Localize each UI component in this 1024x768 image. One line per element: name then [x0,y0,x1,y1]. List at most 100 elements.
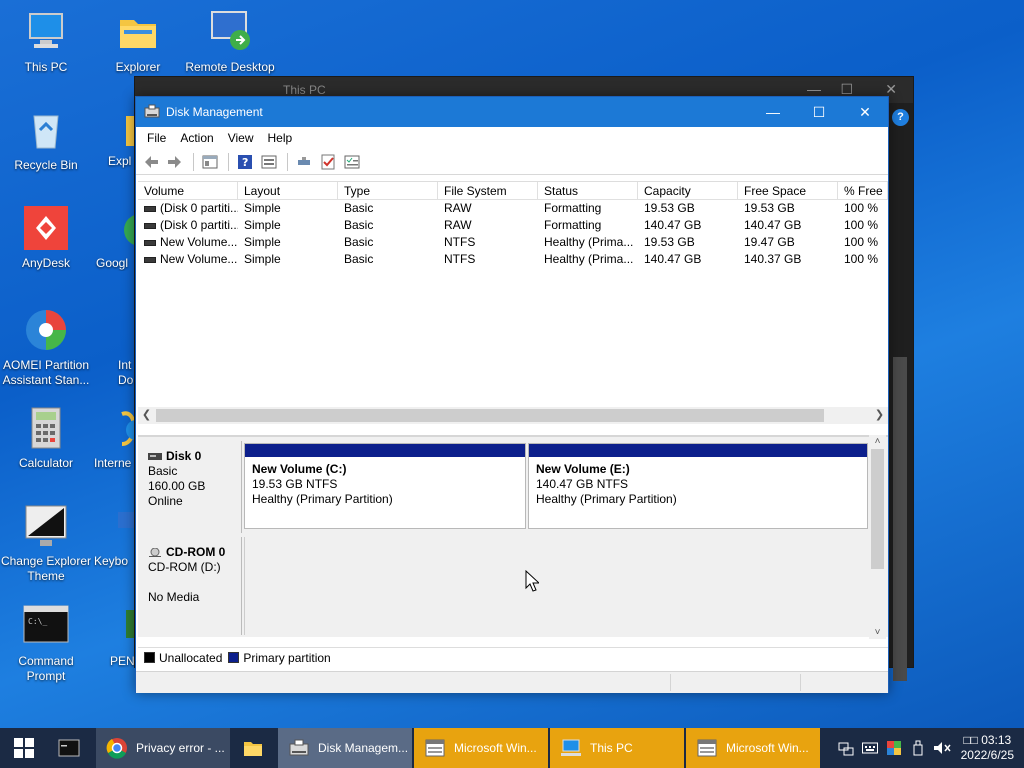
cdrom-0-row[interactable]: CD-ROM 0 CD-ROM (D:) No Media [138,537,870,635]
help-icon[interactable]: ? [892,109,909,126]
internet-explorer-icon [112,404,136,452]
partition-e[interactable]: New Volume (E:) 140.47 GB NTFS Healthy (… [528,443,868,529]
cell-layout: Simple [244,201,281,215]
cdrom-0-media-area[interactable] [244,537,870,635]
scroll-right-icon[interactable]: ❯ [871,407,888,424]
desktop-icon-label: Googl [96,256,129,270]
keyboard-icon[interactable] [861,739,879,757]
partition-e-status: Healthy (Primary Partition) [536,492,677,506]
network-icon[interactable] [837,739,855,757]
partition-c[interactable]: New Volume (C:) 19.53 GB NTFS Healthy (P… [244,443,526,529]
menu-view[interactable]: View [221,131,261,145]
usb-drive-icon[interactable] [909,739,927,757]
back-arrow-icon[interactable] [140,151,162,173]
desktop-icon-google[interactable]: Googl [92,204,136,271]
unallocated-swatch [144,652,155,663]
remote-desktop-icon [206,8,254,56]
desktop-icon-remote-desktop[interactable]: Remote Desktop [184,8,276,75]
desktop-icon-this-pc[interactable]: This PC [0,8,92,75]
taskbar-disk-management[interactable]: Disk Managem... [278,728,412,768]
column-volume[interactable]: Volume [138,182,238,199]
desktop-icon-pen[interactable]: PEN [104,602,136,669]
horizontal-scrollbar[interactable]: ❮ ❯ [138,407,888,424]
vertical-scrollbar[interactable]: ˄ ˅ [869,435,886,639]
disk-0-label[interactable]: Disk 0 Basic 160.00 GB Online [138,441,242,533]
disk-0-row[interactable]: Disk 0 Basic 160.00 GB Online New Volume… [138,441,870,533]
clock[interactable]: □□ 03:13 2022/6/25 [961,733,1014,763]
taskbar-this-pc[interactable]: This PC [550,728,684,768]
disk-graphical-view[interactable]: Disk 0 Basic 160.00 GB Online New Volume… [138,435,888,637]
system-tray: □□ 03:13 2022/6/25 [837,728,1024,768]
primary-partition-bar [529,444,867,457]
cell-volume: New Volume... [160,252,238,266]
scroll-down-icon[interactable]: ˅ [869,626,886,639]
close-button[interactable]: ✕ [842,97,888,127]
cdrom-0-label[interactable]: CD-ROM 0 CD-ROM (D:) No Media [138,537,242,635]
color-display-icon[interactable] [885,739,903,757]
connect-icon[interactable] [293,151,315,173]
taskbar-chrome[interactable]: Privacy error - ... [96,728,230,768]
table-row[interactable]: (Disk 0 partiti... Simple Basic RAW Form… [138,200,888,217]
desktop-icon-recycle-bin[interactable]: Recycle Bin [0,106,92,173]
desktop-icon-aomei[interactable]: AOMEI Partition Assistant Stan... [0,306,92,388]
toolbar-separator [193,152,194,171]
maximize-button[interactable]: ☐ [796,97,842,127]
cell-status: Healthy (Prima... [544,252,634,266]
column-status[interactable]: Status [538,182,638,199]
chrome-icon [112,204,136,252]
taskbar-cmd[interactable] [48,728,94,768]
desktop-icon-calculator[interactable]: Calculator [0,404,92,471]
menu-help[interactable]: Help [261,131,300,145]
help-icon[interactable]: ? [234,151,256,173]
desktop-icon-explorer-2[interactable]: Expl [92,106,136,169]
volume-list[interactable]: Volume Layout Type File System Status Ca… [138,181,888,428]
taskbar-microsoft-win-1-label: Microsoft Win... [454,741,537,755]
disk-management-titlebar[interactable]: Disk Management — ☐ ✕ [136,97,888,127]
settings-list-icon[interactable] [341,151,363,173]
desktop-icon-internet-explorer[interactable]: Interne [92,404,136,471]
column-file-system[interactable]: File System [438,182,538,199]
desktop-icon-change-explorer-theme[interactable]: Change Explorer Theme [0,502,92,584]
column-layout[interactable]: Layout [238,182,338,199]
scroll-left-icon[interactable]: ❮ [138,407,155,424]
cell-file-system: NTFS [444,252,476,266]
taskbar-file-explorer[interactable] [232,728,276,768]
column-capacity[interactable]: Capacity [638,182,738,199]
partition-e-name: New Volume (E:) [536,462,630,476]
desktop-icon-keyboard[interactable]: Keybo [92,502,136,569]
legend: Unallocated Primary partition [138,647,888,667]
disk-management-window[interactable]: Disk Management — ☐ ✕ File Action View H… [135,96,889,693]
checklist-icon[interactable] [317,151,339,173]
scroll-up-icon[interactable]: ˄ [869,435,886,448]
minimize-button[interactable]: — [750,97,796,127]
desktop-icon-explorer[interactable]: Explorer [92,8,184,75]
menu-file[interactable]: File [140,131,173,145]
desktop-icon-command-prompt[interactable]: C:\_ Command Prompt [0,602,92,684]
cell-file-system: RAW [444,201,472,215]
window-title: Disk Management [166,105,263,119]
horizontal-scroll-thumb[interactable] [156,409,824,422]
menu-action[interactable]: Action [173,131,220,145]
mouse-cursor-icon [525,570,539,592]
start-button[interactable] [0,728,48,768]
table-row[interactable]: (Disk 0 partiti... Simple Basic RAW Form… [138,217,888,234]
forward-arrow-icon[interactable] [164,151,186,173]
column-free-space[interactable]: Free Space [738,182,838,199]
cell-file-system: RAW [444,218,472,232]
taskbar-microsoft-win-2[interactable]: Microsoft Win... [686,728,820,768]
show-hide-console-tree-icon[interactable] [199,151,221,173]
status-bar-segment [800,674,801,691]
column-type[interactable]: Type [338,182,438,199]
this-pc-minimize-button[interactable]: — [807,81,821,97]
cell-volume: (Disk 0 partiti... [160,218,238,232]
properties-icon[interactable] [258,151,280,173]
desktop-icon-anydesk[interactable]: AnyDesk [0,204,92,271]
taskbar-microsoft-win-1[interactable]: Microsoft Win... [414,728,548,768]
column-percent-free[interactable]: % Free [838,182,888,199]
volume-muted-icon[interactable] [933,739,951,757]
table-row[interactable]: New Volume... Simple Basic NTFS Healthy … [138,251,888,268]
table-row[interactable]: New Volume... Simple Basic NTFS Healthy … [138,234,888,251]
cell-file-system: NTFS [444,235,476,249]
vertical-scroll-thumb[interactable] [871,449,884,569]
this-pc-scrollbar[interactable] [893,357,907,681]
